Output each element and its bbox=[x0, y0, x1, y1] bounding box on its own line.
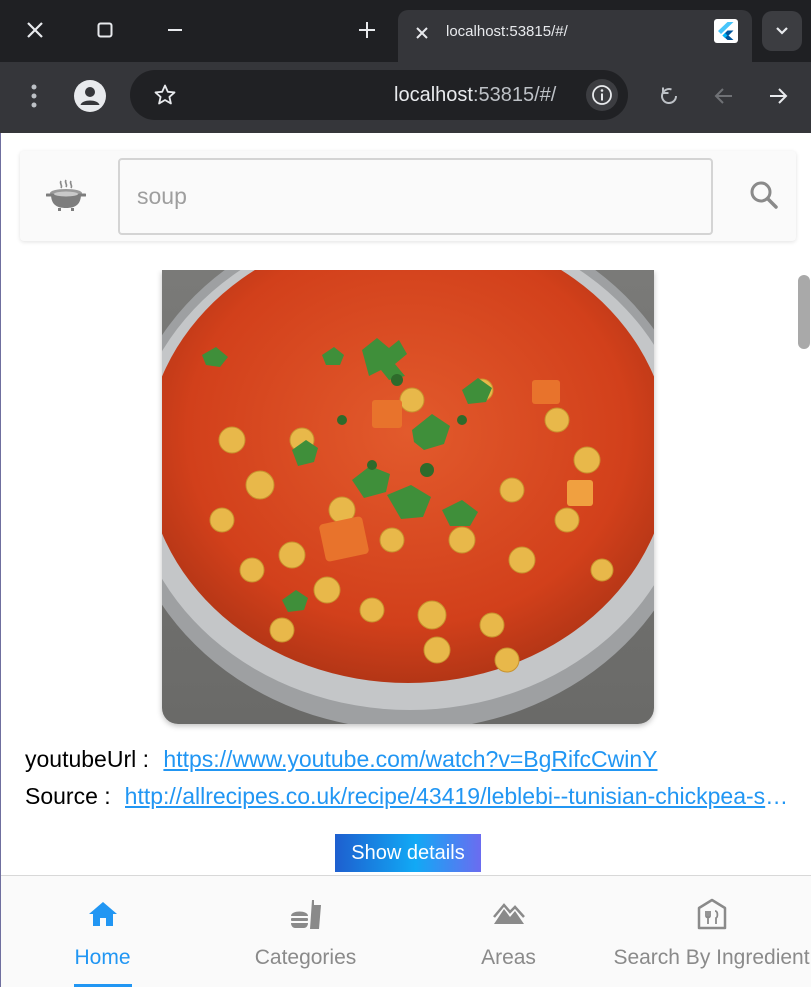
address-url: localhost:53815/#/ bbox=[394, 84, 556, 107]
nav-areas-label: Areas bbox=[481, 946, 536, 969]
maximize-window-icon[interactable] bbox=[85, 10, 125, 50]
source-row: Source : http://allrecipes.co.uk/recipe/4… bbox=[25, 783, 795, 810]
tab-title: localhost:53815/#/ bbox=[446, 23, 568, 40]
bookmark-star-icon[interactable] bbox=[152, 83, 178, 107]
search-bar bbox=[20, 151, 796, 241]
youtube-label: youtubeUrl : bbox=[25, 746, 150, 772]
fastfood-icon bbox=[288, 897, 324, 938]
landscape-icon bbox=[492, 897, 526, 936]
storefront-icon bbox=[695, 897, 729, 936]
new-tab-icon[interactable] bbox=[347, 10, 387, 50]
nav-home[interactable]: Home bbox=[1, 876, 204, 987]
youtube-row: youtubeUrl : https://www.youtube.com/wat… bbox=[25, 746, 657, 773]
close-tab-icon[interactable] bbox=[410, 21, 434, 45]
youtube-link[interactable]: https://www.youtube.com/watch?v=BgRifcCw… bbox=[163, 746, 657, 772]
flutter-favicon-icon bbox=[714, 19, 738, 43]
nav-search-by-ingredient-label: Search By Ingredient bbox=[613, 946, 810, 969]
minimize-window-icon[interactable] bbox=[155, 10, 195, 50]
scrollbar-thumb[interactable] bbox=[798, 275, 810, 349]
meal-image bbox=[162, 270, 654, 724]
app-viewport: youtubeUrl : https://www.youtube.com/wat… bbox=[0, 133, 811, 987]
cooking-pot-icon bbox=[45, 179, 87, 218]
show-details-button[interactable]: Show details bbox=[335, 834, 481, 872]
profile-avatar-icon[interactable] bbox=[74, 80, 106, 112]
nav-search-by-ingredient[interactable]: Search By Ingredient bbox=[610, 876, 811, 987]
menu-kebab-icon[interactable] bbox=[22, 81, 46, 111]
meal-content: youtubeUrl : https://www.youtube.com/wat… bbox=[1, 270, 811, 875]
source-label: Source : bbox=[25, 783, 111, 809]
address-bar[interactable]: localhost:53815/#/ bbox=[130, 70, 628, 120]
browser-toolbar: localhost:53815/#/ bbox=[0, 62, 811, 133]
search-icon[interactable] bbox=[748, 179, 780, 216]
nav-categories-label: Categories bbox=[254, 946, 357, 969]
close-window-icon[interactable] bbox=[15, 10, 55, 50]
browser-tab[interactable]: localhost:53815/#/ bbox=[398, 10, 752, 62]
reload-icon[interactable] bbox=[655, 82, 683, 110]
bottom-navigation: Home Categories Areas Search By Ingredie… bbox=[1, 875, 811, 987]
source-link[interactable]: http://allrecipes.co.uk/recipe/43419/leb… bbox=[125, 783, 795, 810]
nav-categories[interactable]: Categories bbox=[204, 876, 407, 987]
url-host: localhost bbox=[394, 84, 473, 106]
browser-titlebar: localhost:53815/#/ bbox=[0, 0, 811, 62]
nav-home-label: Home bbox=[74, 946, 131, 969]
tab-search-dropdown-icon[interactable] bbox=[762, 11, 802, 51]
forward-arrow-icon[interactable] bbox=[764, 82, 792, 110]
search-input[interactable] bbox=[118, 158, 713, 235]
nav-areas[interactable]: Areas bbox=[407, 876, 610, 987]
back-arrow-icon[interactable] bbox=[710, 82, 738, 110]
home-icon bbox=[86, 897, 120, 936]
site-info-icon[interactable] bbox=[586, 79, 618, 111]
url-rest: :53815/#/ bbox=[472, 84, 557, 106]
